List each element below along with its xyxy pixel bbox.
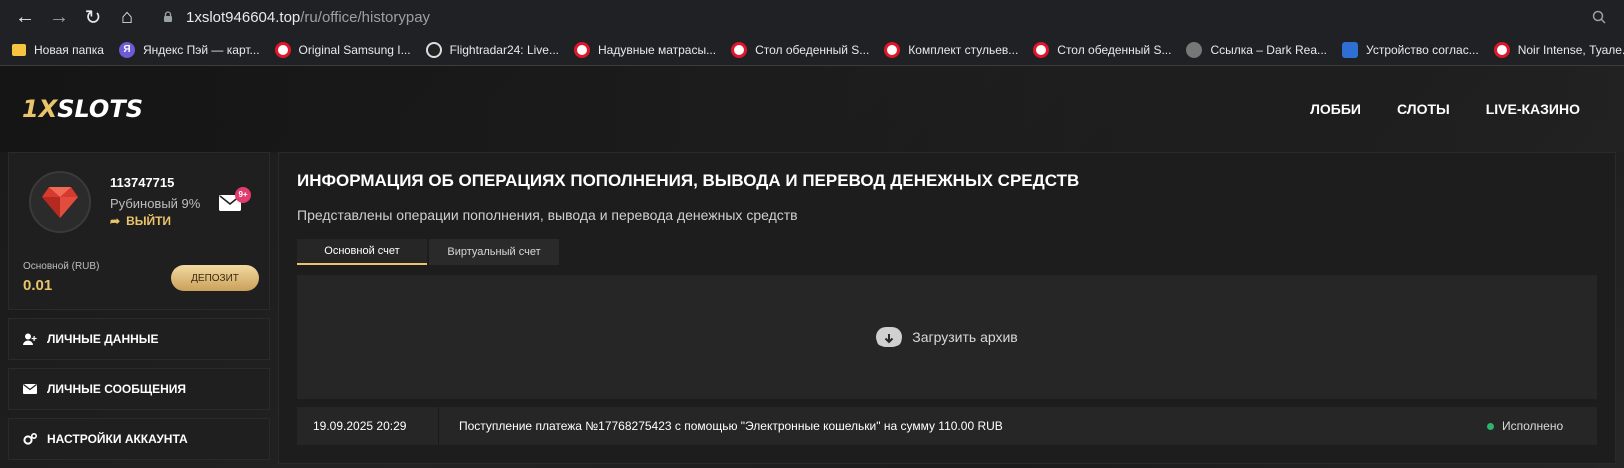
user-id: 113747715 — [110, 175, 175, 190]
bookmark-label: Ссылка – Dark Rea... — [1210, 42, 1327, 57]
dark-reader-icon — [1186, 41, 1203, 58]
ozon-icon — [1493, 41, 1510, 58]
ozon-icon — [731, 41, 748, 58]
yandex-icon: Я — [118, 41, 135, 58]
bookmark-item[interactable]: Стол обеденный S... — [1033, 41, 1172, 58]
top-nav: ЛОББИ СЛОТЫ LIVE-КАЗИНО — [1310, 101, 1580, 117]
user-level: Рубиновый 9% — [110, 196, 201, 211]
bookmark-label: Стол обеденный S... — [1057, 42, 1172, 57]
logo-prefix: 1X — [22, 95, 58, 123]
menu-personal-data[interactable]: ЛИЧНЫЕ ДАННЫЕ — [8, 318, 270, 360]
bookmark-label: Noir Intense, Туале... — [1517, 42, 1624, 57]
account-tabs: Основной счет Виртуальный счет — [297, 239, 1597, 265]
ozon-icon — [573, 41, 590, 58]
row-description: Поступление платежа №17768275423 с помощ… — [459, 419, 1003, 433]
logout-icon: ➦ — [110, 214, 121, 228]
nav-lobby[interactable]: ЛОББИ — [1310, 101, 1361, 117]
bookmark-item[interactable]: Flightradar24: Live... — [425, 41, 559, 58]
address-bar[interactable]: 1xslot946604.top/ru/office/historypay — [152, 3, 1616, 31]
download-archive-button[interactable]: Загрузить архив — [297, 275, 1597, 399]
nav-slots[interactable]: СЛОТЫ — [1397, 101, 1450, 117]
gosuslugi-icon — [1342, 41, 1358, 58]
folder-icon — [12, 43, 26, 56]
bookmark-item[interactable]: Original Samsung I... — [274, 41, 411, 58]
site-header: 1XSLOTS ЛОББИ СЛОТЫ LIVE-КАЗИНО — [0, 66, 1624, 152]
tab-virtual-account[interactable]: Виртуальный счет — [429, 239, 559, 265]
bookmarks-bar: Новая папка Я Яндекс Пэй — карт... Original… — [0, 34, 1624, 66]
home-icon[interactable]: ⌂ — [110, 3, 144, 31]
gears-icon — [23, 433, 37, 445]
avatar — [29, 171, 91, 233]
bookmark-label: Новая папка — [34, 42, 104, 57]
ruby-icon — [42, 187, 78, 218]
mail-badge: 9+ — [235, 187, 251, 203]
bookmark-item[interactable]: Устройство соглас... — [1342, 41, 1479, 58]
page-subtitle: Представлены операции пополнения, вывода… — [297, 207, 798, 223]
bookmark-label: Надувные матрасы... — [597, 42, 717, 57]
logout-button[interactable]: ➦ ВЫЙТИ — [110, 214, 171, 228]
bookmark-item[interactable]: Я Яндекс Пэй — карт... — [118, 41, 260, 58]
forward-arrow-icon[interactable]: → — [42, 3, 76, 31]
reload-icon[interactable]: ↻ — [76, 3, 110, 31]
bookmark-label: Устройство соглас... — [1366, 42, 1479, 57]
balance-value: 0.01 — [23, 277, 53, 294]
sidebar: 113747715 Рубиновый 9% ➦ ВЫЙТИ 9+ Основн… — [8, 152, 270, 464]
status-badge: Исполнено — [1487, 419, 1597, 433]
add-user-icon — [23, 333, 37, 345]
envelope-icon — [23, 384, 37, 394]
logo-suffix: SLOTS — [57, 95, 143, 123]
menu-account-settings[interactable]: НАСТРОЙКИ АККАУНТА — [8, 418, 270, 460]
content: 113747715 Рубиновый 9% ➦ ВЫЙТИ 9+ Основн… — [0, 152, 1624, 464]
bookmark-item[interactable]: Стол обеденный S... — [731, 41, 870, 58]
page-title: ИНФОРМАЦИЯ ОБ ОПЕРАЦИЯХ ПОПОЛНЕНИЯ, ВЫВО… — [297, 171, 1080, 190]
ozon-icon — [1033, 41, 1050, 58]
url-host: 1xslot946604.top — [186, 8, 301, 26]
deposit-button[interactable]: ДЕПОЗИТ — [171, 265, 259, 291]
menu-label: НАСТРОЙКИ АККАУНТА — [47, 432, 188, 446]
bookmark-item[interactable]: Ссылка – Dark Rea... — [1186, 41, 1327, 58]
bookmark-label: Комплект стульев... — [908, 42, 1019, 57]
nav-live-casino[interactable]: LIVE-КАЗИНО — [1486, 101, 1580, 117]
bookmark-item[interactable]: Новая папка — [12, 43, 104, 57]
back-arrow-icon[interactable]: ← — [8, 3, 42, 31]
cloud-download-icon — [876, 327, 903, 347]
site: 1XSLOTS ЛОББИ СЛОТЫ LIVE-КАЗИНО 11374771… — [0, 66, 1624, 468]
profile-card: 113747715 Рубиновый 9% ➦ ВЫЙТИ 9+ Основн… — [8, 152, 270, 310]
balance-label: Основной (RUB) — [23, 261, 100, 272]
menu-personal-messages[interactable]: ЛИЧНЫЕ СООБЩЕНИЯ — [8, 368, 270, 410]
download-archive-label: Загрузить архив — [912, 329, 1018, 345]
table-row: 19.09.2025 20:29 Поступление платежа №17… — [297, 407, 1597, 445]
site-logo[interactable]: 1XSLOTS — [22, 95, 143, 123]
browser-toolbar: ← → ↻ ⌂ 1xslot946604.top/ru/office/histo… — [0, 0, 1624, 34]
bookmark-label: Яндекс Пэй — карт... — [142, 42, 260, 57]
logout-label: ВЫЙТИ — [126, 214, 172, 228]
status-dot-icon — [1487, 422, 1494, 430]
bookmark-item[interactable]: Noir Intense, Туале... — [1493, 41, 1624, 58]
menu-label: ЛИЧНЫЕ ДАННЫЕ — [47, 332, 159, 346]
lock-icon — [164, 11, 172, 22]
bookmark-label: Original Samsung I... — [298, 42, 411, 57]
bookmark-item[interactable]: Надувные матрасы... — [573, 41, 717, 58]
ozon-icon — [274, 41, 291, 58]
bookmark-label: Стол обеденный S... — [755, 42, 870, 57]
search-icon[interactable] — [1592, 10, 1606, 24]
ozon-icon — [884, 41, 901, 58]
status-label: Исполнено — [1502, 419, 1564, 433]
flightradar-icon — [425, 41, 442, 58]
bookmark-item[interactable]: Комплект стульев... — [884, 41, 1019, 58]
menu-label: ЛИЧНЫЕ СООБЩЕНИЯ — [47, 382, 187, 396]
bookmark-label: Flightradar24: Live... — [449, 42, 559, 57]
row-date: 19.09.2025 20:29 — [297, 407, 439, 445]
tab-main-account[interactable]: Основной счет — [297, 239, 427, 265]
url-path: /ru/office/historypay — [300, 8, 431, 26]
history-panel: ИНФОРМАЦИЯ ОБ ОПЕРАЦИЯХ ПОПОЛНЕНИЯ, ВЫВО… — [278, 152, 1616, 464]
